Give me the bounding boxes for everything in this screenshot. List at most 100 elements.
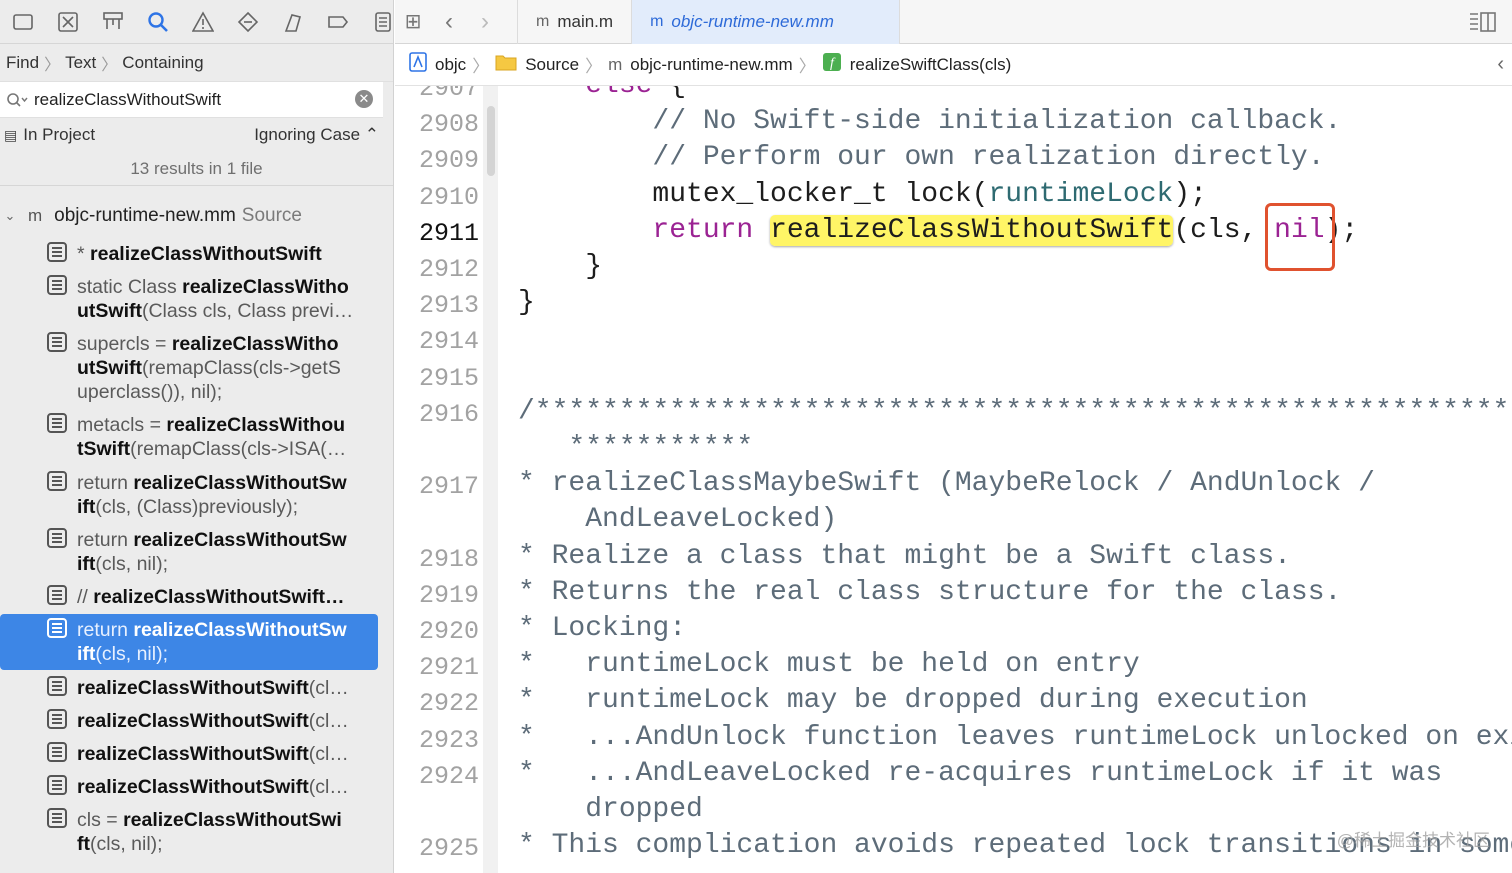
code-line[interactable]: } <box>518 251 602 282</box>
code-line[interactable]: * ...AndLeaveLocked re-acquires runtimeL… <box>518 758 1442 789</box>
jumpbar-group[interactable]: Source <box>525 55 579 75</box>
result-match: realizeClassWithoutSwift <box>77 776 309 798</box>
result-item[interactable]: return realizeClassWithoutSw ift(cls, ni… <box>0 524 380 580</box>
result-item[interactable]: realizeClassWithoutSwift(cl… <box>0 672 380 704</box>
code-result-icon <box>47 528 67 548</box>
clear-search-icon[interactable]: ✕ <box>355 90 373 108</box>
code-line[interactable]: else { <box>518 86 686 101</box>
result-item[interactable]: realizeClassWithoutSwift(cl… <box>0 771 380 803</box>
search-input[interactable] <box>34 89 344 110</box>
line-number: 2923 <box>418 725 479 755</box>
code-result-icon <box>47 676 67 696</box>
result-item[interactable]: cls = realizeClassWithoutSwi ft(cls, nil… <box>0 804 380 860</box>
result-prefix: * <box>77 243 91 265</box>
find-mode[interactable]: Find <box>6 53 39 73</box>
chevron-right-icon: 〉 <box>101 56 118 74</box>
result-prefix: return <box>77 529 134 551</box>
code-result-icon <box>47 585 67 605</box>
code-line[interactable]: return realizeClassWithoutSwift(cls, nil… <box>518 214 1358 246</box>
debug-icon[interactable] <box>270 0 315 44</box>
result-item[interactable]: realizeClassWithoutSwift(cl… <box>0 705 380 737</box>
tab-objc-runtime-new[interactable]: m objc-runtime-new.mm <box>632 0 901 44</box>
code-line[interactable]: AndLeaveLocked) <box>518 504 837 535</box>
search-icon[interactable] <box>0 92 34 108</box>
result-prefix: static Class <box>77 276 183 298</box>
code-line[interactable]: /***************************************… <box>518 396 1512 427</box>
result-prefix: supercls = <box>77 333 172 355</box>
code-line[interactable]: dropped <box>518 794 703 825</box>
code-result-icon <box>47 775 67 795</box>
code-line[interactable]: // Perform our own realization directly. <box>518 142 1324 173</box>
function-icon: f <box>822 52 842 77</box>
line-number: 2912 <box>418 255 479 284</box>
folder-icon[interactable] <box>0 0 45 44</box>
file-type-icon: m <box>28 206 43 225</box>
code-line[interactable]: * Realize a class that might be a Swift … <box>518 541 1291 572</box>
forward-icon[interactable]: › <box>467 0 503 44</box>
code-line[interactable]: } <box>518 287 535 318</box>
find-match[interactable]: Containing <box>122 53 203 73</box>
find-kind[interactable]: Text <box>65 53 96 73</box>
disclosure-triangle-icon[interactable]: ⌄ <box>0 208 20 224</box>
result-item[interactable]: return realizeClassWithoutSw ift(cls, (C… <box>0 467 380 523</box>
result-file-row[interactable]: ⌄ m objc-runtime-new.mm Source <box>0 200 393 232</box>
symbol-icon[interactable] <box>90 0 135 44</box>
file-type-icon: m <box>536 12 550 30</box>
back-icon[interactable]: ‹ <box>431 0 467 44</box>
code-result-icon <box>47 471 67 491</box>
code-line[interactable]: * runtimeLock must be held on entry <box>518 649 1140 680</box>
result-item[interactable]: // realizeClassWithoutSwift… <box>0 581 380 613</box>
code-line[interactable]: * ...AndUnlock function leaves runtimeLo… <box>518 722 1512 753</box>
result-suffix: (cl… <box>308 677 349 699</box>
tab-main-m[interactable]: m main.m <box>517 0 633 44</box>
result-suffix: (cl… <box>308 710 349 732</box>
scope-label[interactable]: In Project <box>23 125 95 145</box>
code-line[interactable]: mutex_locker_t lock(runtimeLock); <box>518 179 1207 210</box>
line-number: 2919 <box>418 580 479 610</box>
source-control-icon[interactable] <box>45 0 90 44</box>
code-line[interactable]: *********** <box>518 432 753 463</box>
grid-icon[interactable]: ⊞ <box>395 0 431 44</box>
xcode-window: Find 〉 Text 〉 Containing ✕ ▤ In Project … <box>0 0 1512 873</box>
result-file-name: objc-runtime-new.mm <box>54 205 236 226</box>
code-line[interactable]: * Returns the real class structure for t… <box>518 577 1341 608</box>
result-item[interactable]: * realizeClassWithoutSwift <box>0 238 380 270</box>
result-item[interactable]: supercls = realizeClassWitho utSwift(rem… <box>0 328 380 408</box>
tab-label: main.m <box>557 11 614 31</box>
result-item[interactable]: realizeClassWithoutSwift(cl… <box>0 738 380 770</box>
chevron-right-icon: 〉 <box>472 57 490 76</box>
jumpbar-file[interactable]: objc-runtime-new.mm <box>630 55 793 75</box>
case-sensitivity-select[interactable]: Ignoring Case ⌃ <box>254 125 379 145</box>
editor-area: ⊞ ‹ › m main.m m objc-runtime-new.mm obj… <box>395 0 1512 873</box>
result-item[interactable]: metacls = realizeClassWithou tSwift(rema… <box>0 409 380 465</box>
line-number: 2925 <box>418 834 479 864</box>
code-result-icon <box>47 413 67 433</box>
inspector-toggle-icon[interactable] <box>1468 10 1498 34</box>
issue-icon[interactable] <box>180 0 225 44</box>
jumpbar-project[interactable]: objc <box>435 55 466 75</box>
jumpbar-symbol[interactable]: realizeSwiftClass(cls) <box>850 55 1012 75</box>
code-line[interactable]: // No Swift-side initialization callback… <box>518 106 1341 137</box>
chevron-left-icon[interactable]: ‹ <box>1497 53 1504 76</box>
breakpoint-icon[interactable] <box>315 0 360 44</box>
code-editor[interactable]: 2907 else {2908 // No Swift-side initial… <box>395 86 1512 873</box>
line-number: 2922 <box>418 689 479 719</box>
result-suffix: (cls, nil); <box>90 833 163 855</box>
code-fold-ribbon[interactable] <box>487 106 495 176</box>
result-item[interactable]: static Class realizeClassWitho utSwift(C… <box>0 271 380 327</box>
navigator-toolbar <box>0 0 393 44</box>
line-number: 2911 <box>418 218 479 248</box>
line-number: 2913 <box>418 291 479 321</box>
code-line[interactable]: * Locking: <box>518 613 686 644</box>
watermark: @稀土掘金技术社区 <box>1336 831 1490 850</box>
code-line[interactable]: * runtimeLock may be dropped during exec… <box>518 685 1308 716</box>
search-field-container: ✕ <box>0 82 383 118</box>
line-number: 2910 <box>418 182 479 212</box>
test-icon[interactable] <box>225 0 270 44</box>
result-item-selected[interactable]: return realizeClassWithoutSw ift(cls, ni… <box>0 614 378 670</box>
report-icon[interactable] <box>360 0 393 44</box>
find-icon[interactable] <box>135 0 180 44</box>
result-prefix: cls = <box>77 809 124 831</box>
code-line[interactable]: * realizeClassMaybeSwift (MaybeRelock / … <box>518 468 1375 499</box>
code-result-icon <box>47 709 67 729</box>
